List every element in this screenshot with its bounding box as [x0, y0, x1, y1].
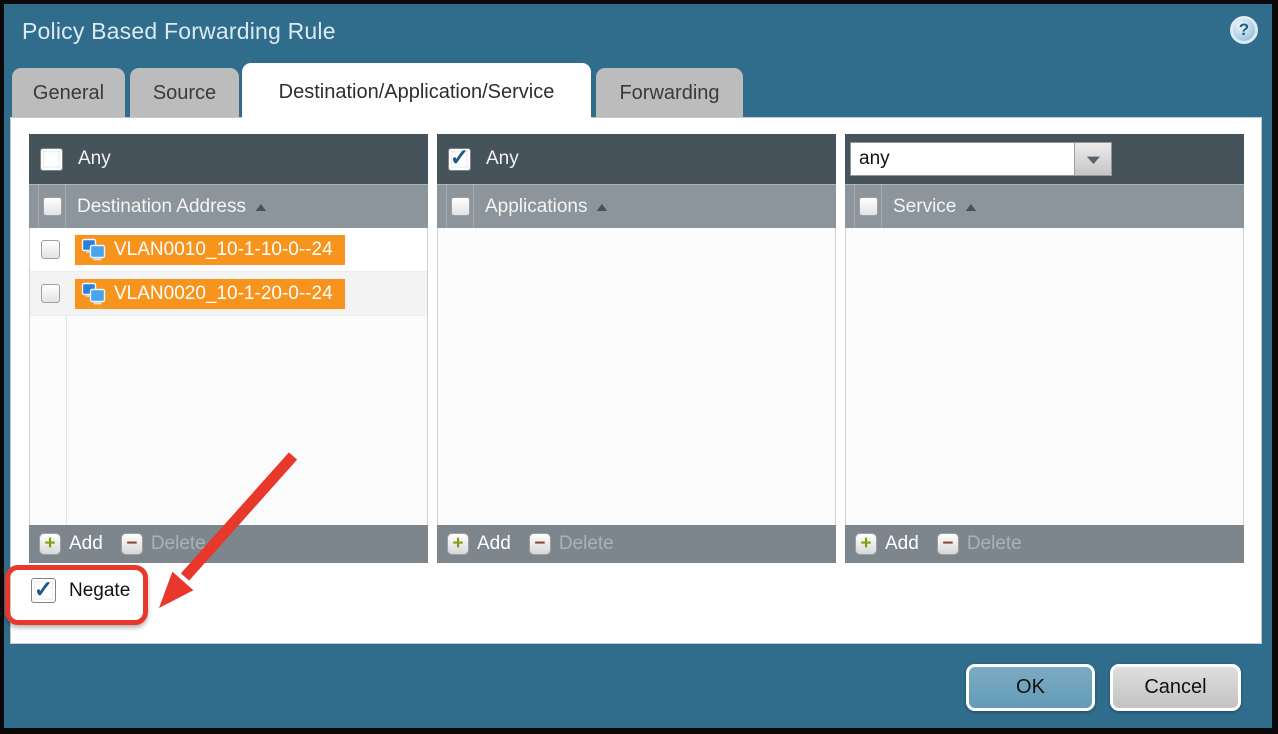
address-object-name: VLAN0010_10-1-10-0--24 [114, 239, 333, 261]
applications-any-bar: ✓ Any [437, 134, 836, 184]
dropdown-button[interactable]: ▼ [1074, 143, 1111, 175]
negate-checkbox[interactable]: ✓ [31, 578, 56, 603]
destination-column-header[interactable]: Destination Address ▲ [29, 184, 428, 228]
destination-header-label: Destination Address [77, 196, 246, 218]
delete-icon[interactable]: − [529, 533, 551, 555]
service-any-bar: any ▼ [845, 134, 1244, 184]
add-button[interactable]: Add [477, 533, 511, 555]
delete-icon[interactable]: − [121, 533, 143, 555]
service-dropdown-value: any [851, 143, 1074, 175]
service-list-footer: + Add − Delete [845, 525, 1244, 563]
tab-content-panel: Any Destination Address ▲ [10, 117, 1262, 644]
destination-any-label: Any [78, 148, 111, 170]
delete-button[interactable]: Delete [967, 533, 1022, 555]
service-list [845, 228, 1244, 525]
sort-ascending-icon[interactable]: ▲ [593, 200, 611, 214]
service-header-label: Service [893, 196, 956, 218]
tab-source[interactable]: Source [130, 68, 239, 118]
add-button[interactable]: Add [69, 533, 103, 555]
service-column: any ▼ Service ▲ + Add [845, 134, 1244, 563]
destination-any-bar: Any [29, 134, 428, 184]
applications-column: ✓ Any Applications ▲ + Add − Delete [437, 134, 836, 563]
negate-row: ✓ Negate [31, 578, 130, 603]
tab-general[interactable]: General [12, 68, 125, 118]
service-dropdown[interactable]: any ▼ [850, 142, 1112, 176]
row-checkbox[interactable] [41, 284, 60, 303]
delete-button[interactable]: Delete [559, 533, 614, 555]
applications-header-checkbox-cell [446, 185, 474, 228]
delete-icon[interactable]: − [937, 533, 959, 555]
applications-column-header[interactable]: Applications ▲ [437, 184, 836, 228]
chevron-down-icon: ▼ [1082, 152, 1104, 167]
service-column-header[interactable]: Service ▲ [845, 184, 1244, 228]
network-icon [81, 238, 107, 262]
tab-destination-application-service[interactable]: Destination/Application/Service [242, 63, 591, 121]
table-row[interactable]: VLAN0010_10-1-10-0--24 [30, 228, 427, 272]
destination-select-all-checkbox[interactable] [43, 197, 62, 216]
applications-list [437, 228, 836, 525]
applications-list-footer: + Add − Delete [437, 525, 836, 563]
add-icon[interactable]: + [855, 533, 877, 555]
table-row[interactable]: VLAN0020_10-1-20-0--24 [30, 272, 427, 316]
help-icon[interactable]: ? [1230, 16, 1258, 44]
ok-button[interactable]: OK [966, 664, 1095, 711]
applications-any-checkbox[interactable]: ✓ [448, 148, 471, 171]
delete-button[interactable]: Delete [151, 533, 206, 555]
add-icon[interactable]: + [39, 533, 61, 555]
network-icon [81, 282, 107, 306]
address-object-chip[interactable]: VLAN0020_10-1-20-0--24 [75, 279, 345, 309]
destination-address-column: Any Destination Address ▲ [29, 134, 428, 563]
applications-any-label: Any [486, 148, 519, 170]
pbf-rule-dialog: Policy Based Forwarding Rule ? General S… [4, 4, 1272, 728]
sort-ascending-icon[interactable]: ▲ [962, 200, 980, 214]
service-select-all-checkbox[interactable] [859, 197, 878, 216]
destination-any-checkbox[interactable] [40, 148, 63, 171]
cancel-button[interactable]: Cancel [1110, 664, 1241, 711]
destination-list-footer: + Add − Delete [29, 525, 428, 563]
address-object-name: VLAN0020_10-1-20-0--24 [114, 283, 333, 305]
applications-header-label: Applications [485, 196, 587, 218]
destination-address-list: VLAN0010_10-1-10-0--24 VLAN [29, 228, 428, 525]
address-object-chip[interactable]: VLAN0010_10-1-10-0--24 [75, 235, 345, 265]
row-checkbox[interactable] [41, 240, 60, 259]
dialog-title: Policy Based Forwarding Rule [22, 18, 336, 45]
applications-select-all-checkbox[interactable] [451, 197, 470, 216]
add-button[interactable]: Add [885, 533, 919, 555]
screenshot-frame: Policy Based Forwarding Rule ? General S… [0, 0, 1278, 734]
tab-forwarding[interactable]: Forwarding [596, 68, 743, 118]
add-icon[interactable]: + [447, 533, 469, 555]
destination-header-checkbox-cell [38, 185, 66, 228]
service-header-checkbox-cell [854, 185, 882, 228]
sort-ascending-icon[interactable]: ▲ [252, 200, 270, 214]
negate-label: Negate [69, 580, 130, 602]
